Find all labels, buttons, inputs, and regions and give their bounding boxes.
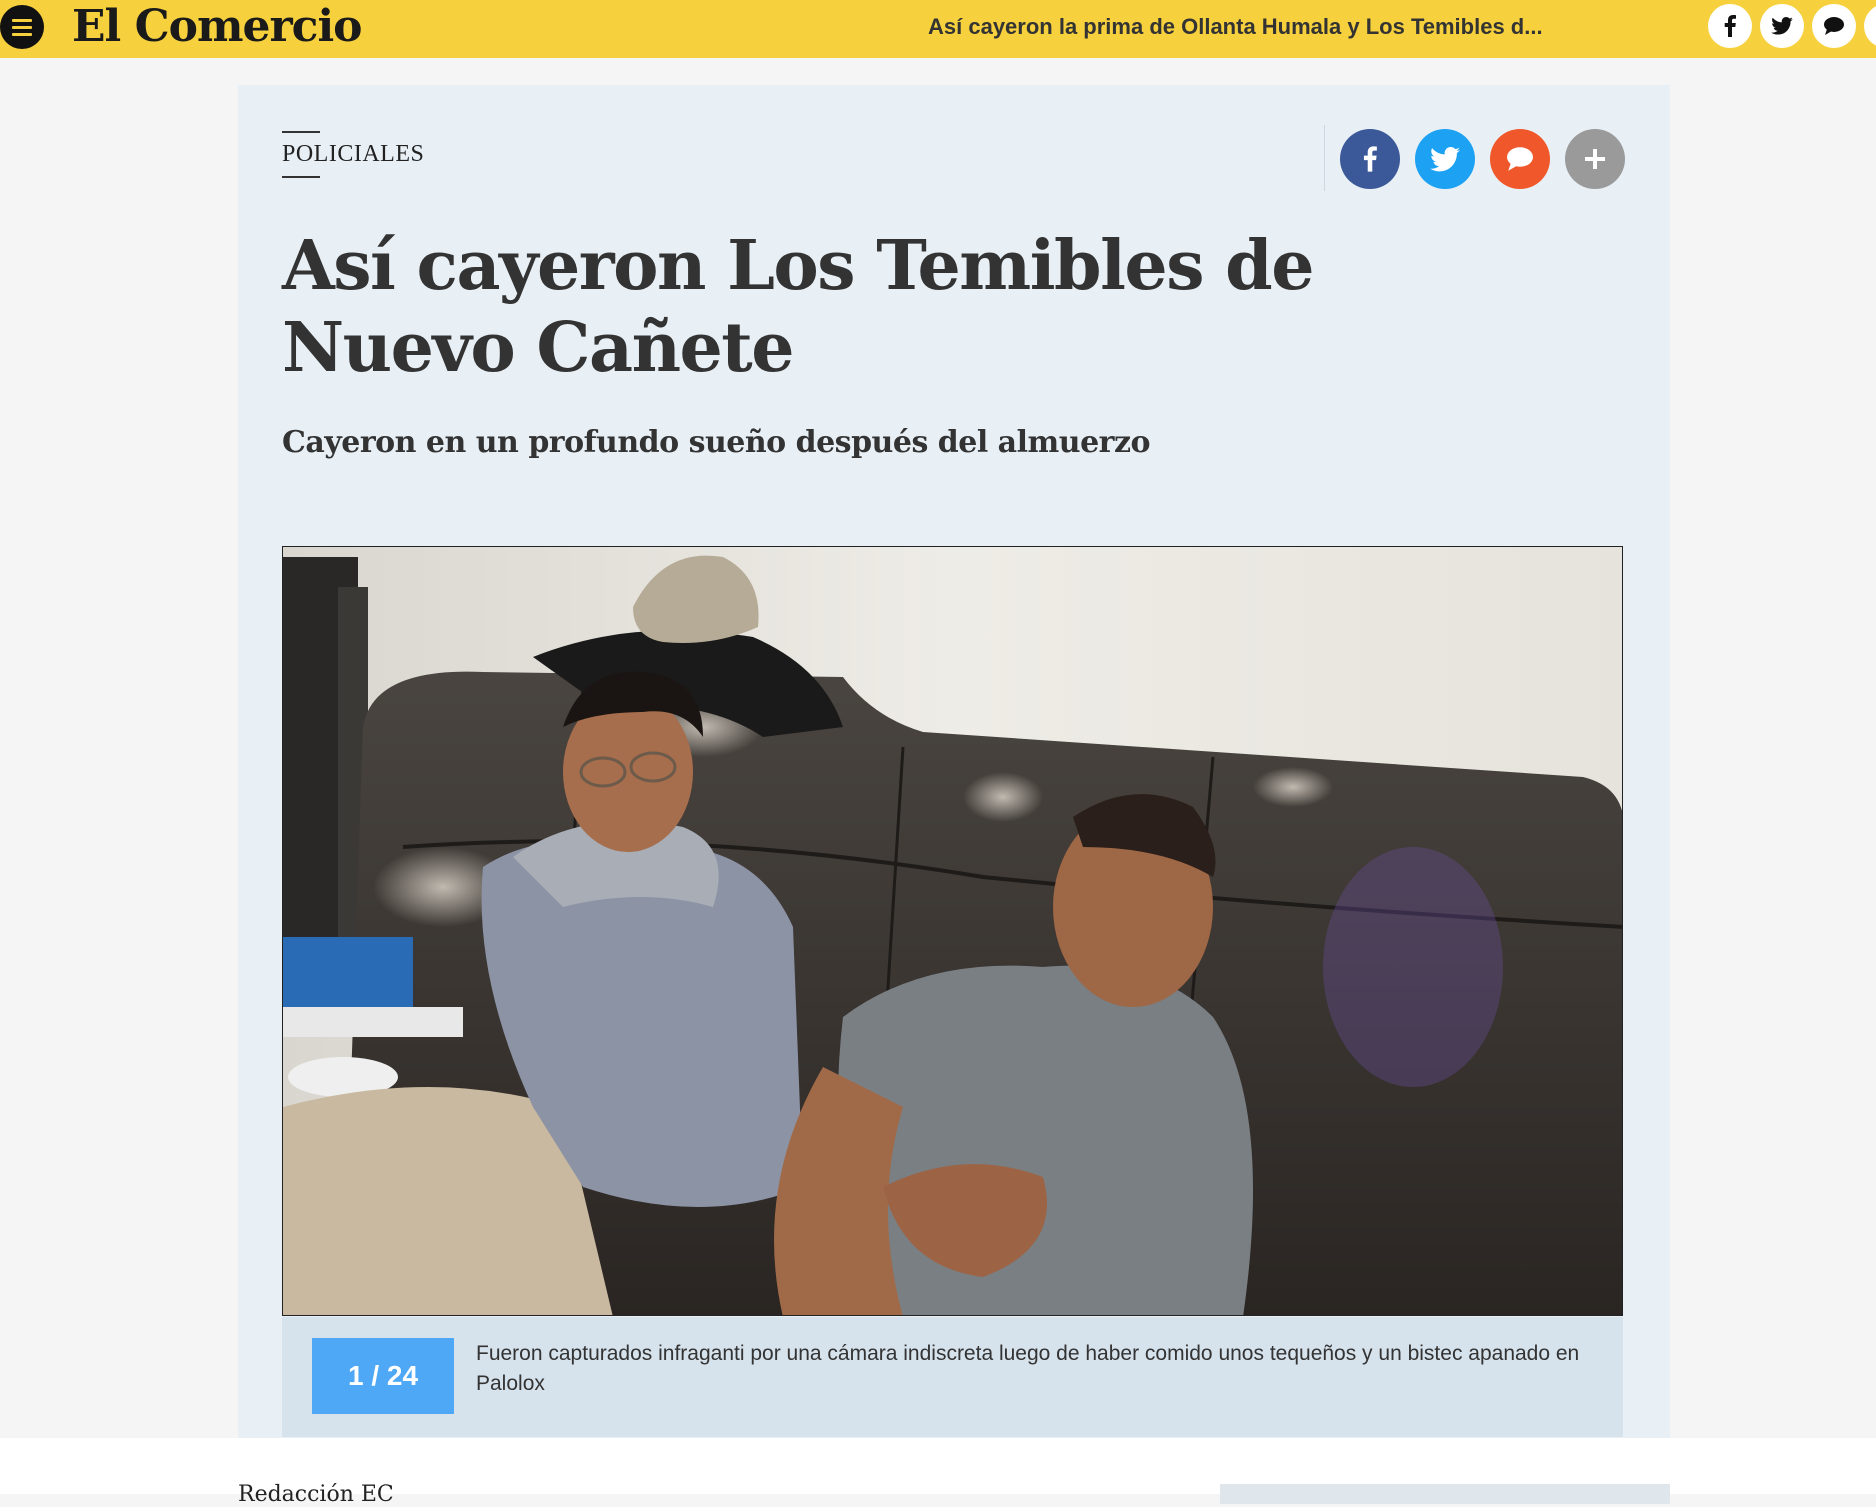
sidebar-box	[1220, 1484, 1670, 1504]
more-share-icon[interactable]	[1864, 4, 1876, 48]
comment-icon	[1507, 147, 1533, 171]
top-bar: El Comercio Así cayeron la prima de Olla…	[0, 0, 1876, 58]
gallery-counter: 1 / 24	[312, 1338, 454, 1414]
twitter-icon	[1430, 146, 1460, 171]
facebook-icon	[1363, 146, 1377, 172]
gallery-caption: Fueron capturados infraganti por una cám…	[476, 1342, 1580, 1395]
gallery-caption-bar: 1 / 24 Fueron capturados infraganti por …	[282, 1317, 1623, 1437]
site-logo[interactable]: El Comercio	[72, 2, 363, 52]
facebook-icon[interactable]	[1708, 4, 1752, 48]
comment-icon[interactable]	[1812, 4, 1856, 48]
article-author[interactable]: Redacción EC	[238, 1482, 394, 1507]
section-link[interactable]: POLICIALES	[282, 131, 424, 178]
share-divider	[1324, 125, 1325, 191]
sticky-headline: Así cayeron la prima de Ollanta Humala y…	[928, 14, 1543, 39]
twitter-icon[interactable]	[1760, 4, 1804, 48]
twitter-share-button[interactable]	[1415, 129, 1475, 189]
article-title: Así cayeron Los Temibles de Nuevo Cañete	[282, 226, 1314, 388]
more-share-button[interactable]	[1565, 129, 1625, 189]
article-header: POLICIALES Así cayeron Los Temibles de N…	[238, 85, 1670, 1438]
comments-button[interactable]	[1490, 129, 1550, 189]
menu-icon[interactable]	[0, 5, 44, 49]
article-subtitle: Cayeron en un profundo sueño después del…	[282, 425, 1151, 460]
gallery-photo[interactable]	[282, 546, 1623, 1316]
plus-icon	[1585, 149, 1605, 169]
facebook-share-button[interactable]	[1340, 129, 1400, 189]
